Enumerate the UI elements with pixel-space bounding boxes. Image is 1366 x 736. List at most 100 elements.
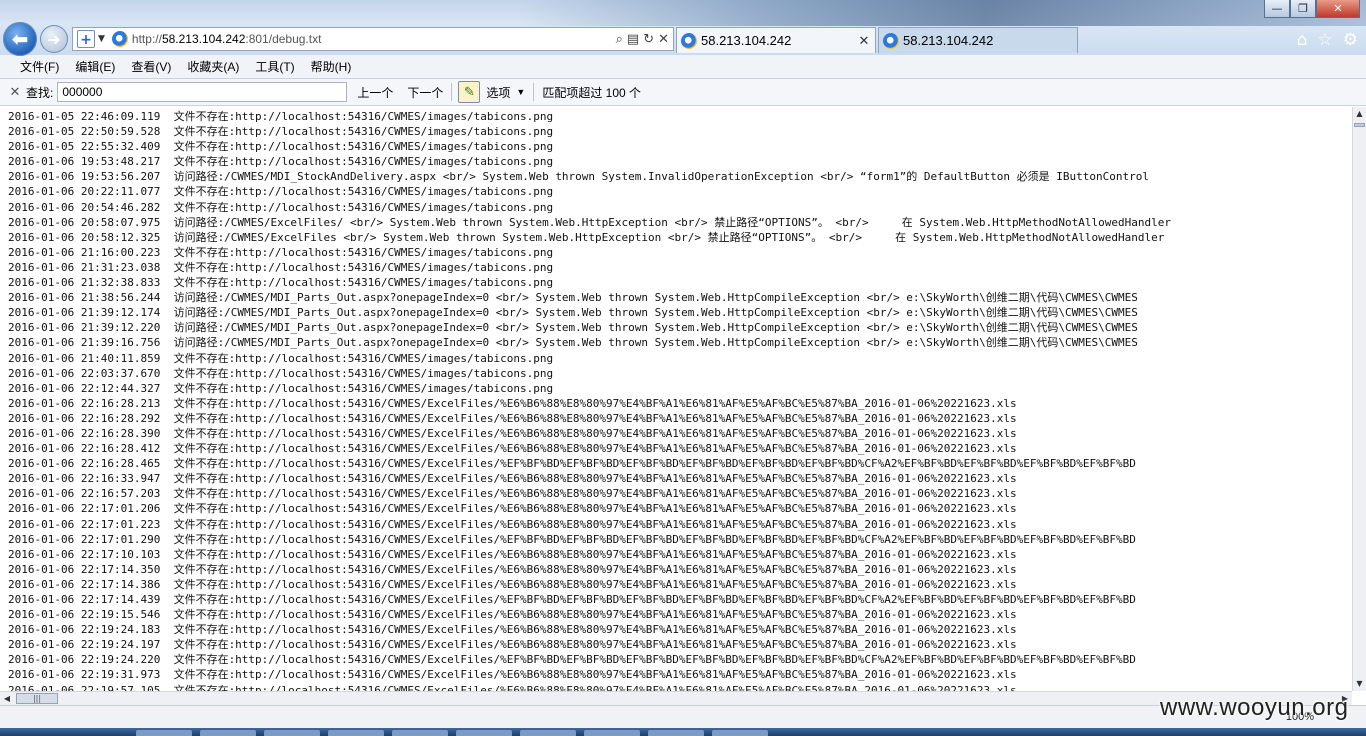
log-line: 2016-01-06 21:16:00.223 文件不存在:http://loc…: [8, 245, 554, 259]
log-line: 2016-01-05 22:50:59.528 文件不存在:http://loc…: [8, 125, 554, 139]
star-icon[interactable]: ☆: [1318, 30, 1333, 50]
log-line: 2016-01-06 20:54:46.282 文件不存在:http://loc…: [8, 200, 554, 214]
log-line: 2016-01-06 22:17:01.206 文件不存在:http://loc…: [8, 502, 1017, 516]
back-arrow-icon: ⬅: [11, 27, 29, 51]
log-line: 2016-01-06 22:16:57.203 文件不存在:http://loc…: [8, 487, 1017, 501]
taskbar-item[interactable]: [136, 730, 192, 736]
find-options-button[interactable]: 选项: [486, 84, 510, 101]
url-path: :801/debug.txt: [245, 32, 322, 46]
horizontal-scroll-thumb[interactable]: |||: [16, 693, 58, 704]
log-text: 2016-01-05 22:46:09.119 文件不存在:http://loc…: [8, 109, 1352, 691]
maximize-button[interactable]: ❐: [1290, 0, 1316, 18]
find-next-button[interactable]: 下一个: [407, 84, 443, 101]
taskbar-item[interactable]: [584, 730, 640, 736]
log-line: 2016-01-06 22:12:44.327 文件不存在:http://loc…: [8, 381, 554, 395]
log-line: 2016-01-06 22:03:37.670 文件不存在:http://loc…: [8, 366, 554, 380]
log-line: 2016-01-06 22:16:28.390 文件不存在:http://loc…: [8, 426, 1017, 440]
search-icon[interactable]: ⌕: [616, 32, 623, 47]
scroll-down-icon[interactable]: ▼: [1353, 677, 1366, 691]
log-line: 2016-01-06 22:16:33.947 文件不存在:http://loc…: [8, 472, 1017, 486]
find-previous-button[interactable]: 上一个: [357, 84, 393, 101]
log-line: 2016-01-06 19:53:48.217 文件不存在:http://loc…: [8, 155, 554, 169]
tab-second[interactable]: 58.213.104.242: [878, 27, 1078, 53]
log-line: 2016-01-06 22:19:31.973 文件不存在:http://loc…: [8, 668, 1017, 682]
tab-close-icon[interactable]: ✕: [857, 33, 871, 49]
log-line: 2016-01-06 22:17:14.439 文件不存在:http://loc…: [8, 593, 1136, 606]
menu-edit[interactable]: 编辑(E): [67, 58, 123, 75]
find-bar: ✕ 查找: 上一个 下一个 ✎ 选项 ▼ 匹配项超过 100 个: [0, 79, 1366, 106]
taskbar-item[interactable]: [264, 730, 320, 736]
stop-icon[interactable]: ✕: [658, 32, 669, 47]
log-line: 2016-01-06 22:16:28.465 文件不存在:http://loc…: [8, 457, 1136, 471]
log-line: 2016-01-06 22:19:24.197 文件不存在:http://loc…: [8, 638, 1017, 652]
chevron-down-icon[interactable]: ▼: [98, 34, 105, 44]
tab-label: 58.213.104.242: [903, 33, 994, 48]
log-line: 2016-01-06 22:19:15.546 文件不存在:http://loc…: [8, 608, 1017, 622]
close-window-button[interactable]: ✕: [1316, 0, 1360, 18]
log-line: 2016-01-06 22:17:10.103 文件不存在:http://loc…: [8, 547, 1017, 561]
divider: [451, 83, 453, 101]
tab-active[interactable]: 58.213.104.242 ✕: [676, 27, 876, 53]
browser-right-tools: ⌂ ☆ ⚙: [1297, 30, 1358, 50]
taskbar-item[interactable]: [392, 730, 448, 736]
log-line: 2016-01-06 22:16:28.213 文件不存在:http://loc…: [8, 396, 1017, 410]
refresh-icon[interactable]: ↻: [643, 32, 654, 47]
log-line: 2016-01-06 22:16:28.292 文件不存在:http://loc…: [8, 411, 1017, 425]
log-line: 2016-01-06 21:39:12.220 访问路径:/CWMES/MDI_…: [8, 321, 1138, 335]
vertical-scrollbar[interactable]: ▲ ▼: [1352, 107, 1366, 691]
match-count: 匹配项超过 100 个: [542, 85, 642, 100]
forward-button[interactable]: ➜: [40, 25, 68, 53]
horizontal-scrollbar[interactable]: ◀ ||| ▶: [0, 691, 1352, 705]
ie-tab-icon: [681, 32, 697, 49]
minimize-button[interactable]: —: [1264, 0, 1290, 18]
address-tools: ⌕ ▤ ↻ ✕: [616, 32, 669, 47]
find-close-icon[interactable]: ✕: [4, 84, 26, 100]
forward-arrow-icon: ➜: [47, 29, 61, 49]
log-line: 2016-01-06 21:38:56.244 访问路径:/CWMES/MDI_…: [8, 291, 1138, 305]
log-line: 2016-01-06 20:58:12.325 访问路径:/CWMES/Exce…: [8, 230, 1165, 244]
taskbar-item[interactable]: [520, 730, 576, 736]
address-bar[interactable]: + ▼ http://58.213.104.242:801/debug.txt …: [72, 27, 674, 51]
log-line: 2016-01-06 22:17:14.386 文件不存在:http://loc…: [8, 577, 1017, 591]
log-line: 2016-01-06 20:22:11.077 文件不存在:http://loc…: [8, 185, 554, 199]
menu-view[interactable]: 查看(V): [123, 58, 179, 75]
taskbar-item[interactable]: [200, 730, 256, 736]
menu-help[interactable]: 帮助(H): [303, 58, 360, 75]
log-line: 2016-01-06 22:17:01.290 文件不存在:http://loc…: [8, 532, 1136, 546]
find-input[interactable]: [57, 82, 348, 102]
compatibility-icon[interactable]: ▤: [627, 32, 639, 47]
vertical-scroll-thumb[interactable]: [1354, 123, 1365, 127]
back-button[interactable]: ⬅: [3, 22, 37, 56]
log-line: 2016-01-06 22:17:01.223 文件不存在:http://loc…: [8, 517, 1017, 531]
find-label: 查找:: [26, 85, 54, 100]
log-line: 2016-01-06 21:39:16.756 访问路径:/CWMES/MDI_…: [8, 336, 1138, 350]
taskbar-item[interactable]: [712, 730, 768, 736]
taskbar-item[interactable]: [456, 730, 512, 736]
divider: [533, 83, 535, 101]
ie-tab-icon: [883, 32, 899, 49]
log-line: 2016-01-06 21:39:12.174 访问路径:/CWMES/MDI_…: [8, 306, 1138, 320]
scroll-left-icon[interactable]: ◀: [0, 692, 14, 705]
menu-file[interactable]: 文件(F): [12, 58, 67, 75]
compatibility-view-icon[interactable]: +: [77, 30, 95, 48]
log-line: 2016-01-06 22:16:28.412 文件不存在:http://loc…: [8, 442, 1017, 456]
log-line: 2016-01-06 19:53:56.207 访问路径:/CWMES/MDI_…: [8, 170, 1149, 184]
tab-label: 58.213.104.242: [701, 33, 792, 48]
taskbar-item[interactable]: [648, 730, 704, 736]
watermark: www.wooyun.org: [1160, 694, 1349, 721]
home-icon[interactable]: ⌂: [1297, 30, 1308, 50]
menu-tools[interactable]: 工具(T): [247, 58, 302, 75]
ie-page-icon: [111, 31, 128, 47]
url-scheme: http://: [131, 32, 162, 46]
taskbar-item[interactable]: [328, 730, 384, 736]
chevron-down-icon[interactable]: ▼: [516, 87, 525, 97]
gear-icon[interactable]: ⚙: [1343, 30, 1358, 50]
log-line: 2016-01-06 22:17:14.350 文件不存在:http://loc…: [8, 562, 1017, 576]
log-line: 2016-01-06 21:40:11.859 文件不存在:http://loc…: [8, 351, 554, 365]
highlight-pen-icon[interactable]: ✎: [458, 81, 481, 103]
menu-bar: 文件(F) 编辑(E) 查看(V) 收藏夹(A) 工具(T) 帮助(H): [0, 55, 1366, 79]
scroll-up-icon[interactable]: ▲: [1353, 107, 1366, 121]
url-text[interactable]: http://58.213.104.242:801/debug.txt: [132, 32, 616, 46]
menu-favorites[interactable]: 收藏夹(A): [179, 58, 247, 75]
log-line: 2016-01-06 22:19:24.220 文件不存在:http://loc…: [8, 653, 1136, 667]
